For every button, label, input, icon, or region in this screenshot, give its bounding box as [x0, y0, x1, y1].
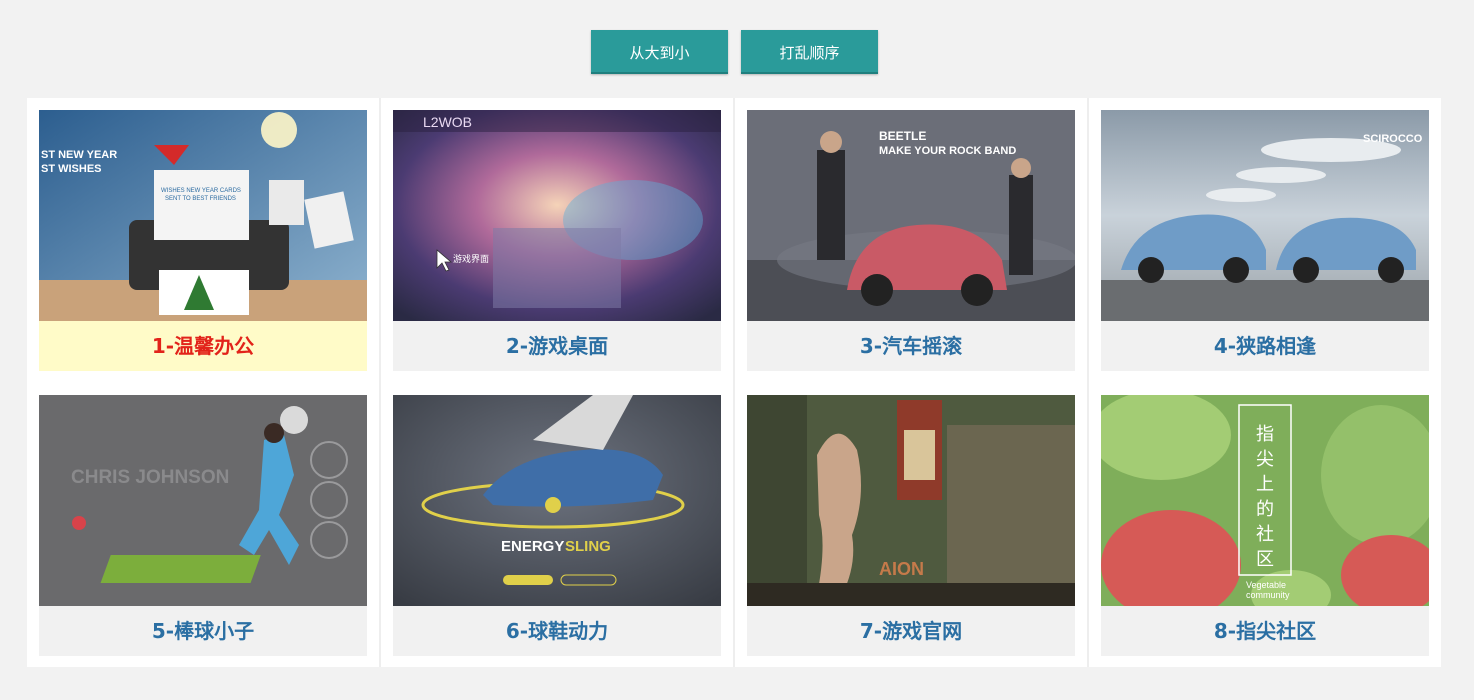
card-caption: 2-游戏桌面 — [393, 321, 721, 371]
gallery-card-5[interactable]: CHRIS JOHNSON 5-棒球小子 — [39, 395, 367, 656]
card-thumbnail: ST NEW YEAR ST WISHES WISHES NEW YEAR CA… — [39, 110, 367, 321]
column-divider — [1087, 98, 1089, 667]
card-thumbnail-text: SLING — [565, 538, 611, 555]
card-thumbnail-text: AION — [879, 559, 924, 579]
card-thumbnail-text: CHRIS JOHNSON — [71, 467, 229, 488]
card-thumbnail: BEETLE MAKE YOUR ROCK BAND — [747, 110, 1075, 321]
card-caption: 5-棒球小子 — [39, 606, 367, 656]
card-caption: 8-指尖社区 — [1101, 606, 1429, 656]
card-caption: 6-球鞋动力 — [393, 606, 721, 656]
card-thumbnail-text: 游戏界面 — [453, 253, 489, 265]
card-thumbnail: AION — [747, 395, 1075, 606]
card-thumbnail-text: 区 — [1256, 549, 1274, 570]
card-thumbnail-text: 的 — [1256, 499, 1274, 520]
card-thumbnail-text: BEETLE — [879, 129, 926, 143]
card-thumbnail: ENERGY SLING — [393, 395, 721, 606]
card-thumbnail-text: ST WISHES — [41, 163, 102, 175]
card-thumbnail-text: L2WOB — [423, 114, 472, 130]
card-thumbnail-text: Vegetable — [1246, 580, 1286, 590]
card-caption: 4-狭路相逢 — [1101, 321, 1429, 371]
card-thumbnail-text: SCIROCCO — [1363, 133, 1423, 145]
gallery-grid: ST NEW YEAR ST WISHES WISHES NEW YEAR CA… — [27, 98, 1441, 667]
column-divider — [379, 98, 381, 667]
card-caption: 7-游戏官网 — [747, 606, 1075, 656]
card-thumbnail-text: community — [1246, 590, 1290, 600]
card-thumbnail: 指 尖 上 的 社 区 Vegetable community — [1101, 395, 1429, 606]
card-thumbnail-text: MAKE YOUR ROCK BAND — [879, 145, 1016, 157]
sort-large-to-small-button[interactable]: 从大到小 — [591, 30, 728, 74]
card-thumbnail-text: 社 — [1256, 524, 1274, 545]
card-thumbnail-text: WISHES NEW YEAR CARDS — [161, 188, 241, 194]
gallery-card-6[interactable]: ENERGY SLING 6-球鞋动力 — [393, 395, 721, 656]
card-thumbnail: CHRIS JOHNSON — [39, 395, 367, 606]
gallery-card-1[interactable]: ST NEW YEAR ST WISHES WISHES NEW YEAR CA… — [39, 110, 367, 371]
gallery-card-2[interactable]: L2WOB 游戏界面 2-游戏桌面 — [393, 110, 721, 371]
card-thumbnail-text: ST NEW YEAR — [41, 149, 117, 161]
card-thumbnail-text: 指 — [1256, 424, 1274, 445]
gallery-card-7[interactable]: AION 7-游戏官网 — [747, 395, 1075, 656]
card-caption: 1-温馨办公 — [39, 321, 367, 371]
toolbar: 从大到小 打乱顺序 — [0, 0, 1474, 98]
card-caption: 3-汽车摇滚 — [747, 321, 1075, 371]
gallery-card-4[interactable]: SCIROCCO 4-狭路相逢 — [1101, 110, 1429, 371]
gallery-card-3[interactable]: BEETLE MAKE YOUR ROCK BAND 3-汽车摇滚 — [747, 110, 1075, 371]
shuffle-order-button[interactable]: 打乱顺序 — [741, 30, 878, 74]
card-thumbnail-text: 尖 — [1256, 449, 1274, 470]
column-divider — [733, 98, 735, 667]
gallery-card-8[interactable]: 指 尖 上 的 社 区 Vegetable community 8-指尖社区 — [1101, 395, 1429, 656]
card-thumbnail: L2WOB 游戏界面 — [393, 110, 721, 321]
card-thumbnail-text: ENERGY — [501, 538, 564, 555]
card-thumbnail: SCIROCCO — [1101, 110, 1429, 321]
card-thumbnail-text: 上 — [1256, 474, 1274, 495]
card-thumbnail-text: SENT TO BEST FRIENDS — [165, 196, 236, 202]
